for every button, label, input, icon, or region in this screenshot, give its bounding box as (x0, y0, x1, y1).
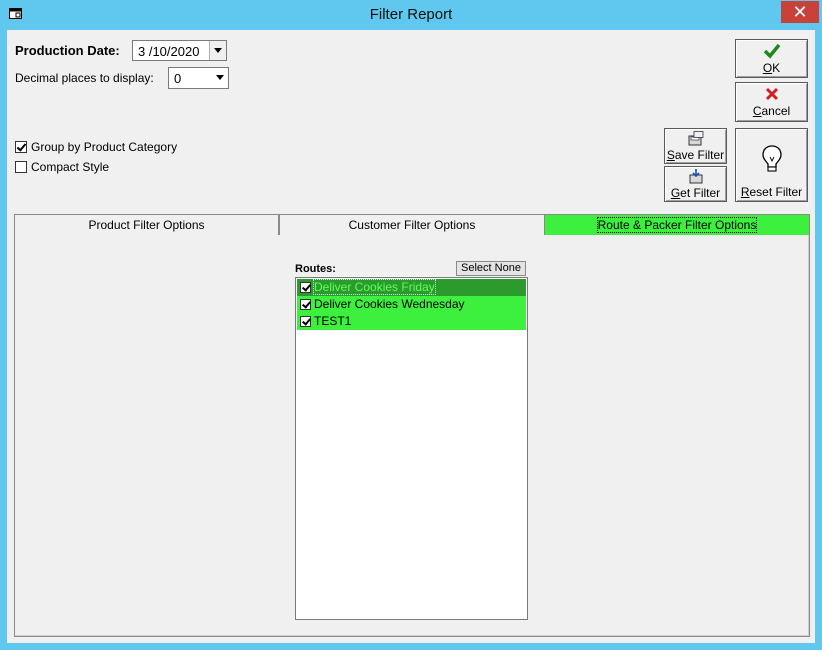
production-date-picker[interactable]: 3 /10/2020 (132, 40, 227, 61)
tab-customer-filter-options[interactable]: Customer Filter Options (279, 214, 545, 235)
select-none-button[interactable]: Select None (456, 261, 526, 276)
get-disk-icon (689, 169, 703, 184)
close-button[interactable]: ✕ (781, 1, 819, 23)
x-icon (765, 87, 779, 101)
tab-route-packer-filter-options[interactable]: Route & Packer Filter Options (544, 214, 810, 236)
production-date-value: 3 /10/2020 (138, 44, 200, 59)
reset-filter-label-rest: eset Filter (749, 185, 803, 199)
cancel-button[interactable]: Cancel (735, 82, 808, 122)
ok-label-underlined: O (762, 61, 773, 75)
production-date-label: Production Date: (15, 43, 120, 58)
compact-style-label[interactable]: Compact Style (31, 160, 109, 174)
dialog-body: Production Date: 3 /10/2020 Decimal plac… (7, 30, 815, 643)
ok-button[interactable]: OK (735, 39, 808, 78)
lightbulb-icon (762, 145, 782, 172)
save-filter-label-underlined: S (666, 148, 675, 162)
list-item[interactable]: Deliver Cookies Friday (297, 279, 526, 296)
filter-tabs: Product Filter Options Customer Filter O… (14, 214, 810, 236)
save-filter-label-rest: ave Filter (674, 148, 725, 162)
group-by-category-checkbox[interactable] (15, 141, 27, 153)
save-disk-icon (688, 131, 704, 146)
title-bar[interactable]: Filter Report ✕ (0, 0, 822, 30)
chevron-down-icon[interactable] (212, 68, 228, 88)
tab-label: Customer Filter Options (348, 218, 476, 232)
ok-label-rest: K (772, 61, 781, 75)
route-packer-panel: Routes: Select None Deliver Cookies Frid… (14, 235, 810, 637)
tab-label: Product Filter Options (88, 218, 205, 232)
list-item-checkbox[interactable] (300, 299, 311, 310)
select-none-label: Select None (461, 262, 521, 274)
tab-product-filter-options[interactable]: Product Filter Options (14, 214, 279, 235)
list-item-label: Deliver Cookies Friday (313, 279, 436, 295)
routes-label: Routes: (295, 263, 336, 275)
list-item[interactable]: TEST1 (297, 313, 526, 330)
tab-label: Route & Packer Filter Options (596, 217, 758, 233)
list-item-label: TEST1 (314, 314, 352, 328)
list-item-label: Deliver Cookies Wednesday (314, 297, 465, 311)
compact-style-checkbox[interactable] (15, 161, 27, 173)
reset-filter-button[interactable]: Reset Filter (735, 128, 808, 202)
group-by-category-label[interactable]: Group by Product Category (31, 140, 177, 154)
window-title: Filter Report (369, 6, 453, 23)
list-item-checkbox[interactable] (300, 316, 311, 327)
list-item-checkbox[interactable] (300, 282, 311, 293)
list-item[interactable]: Deliver Cookies Wednesday (297, 296, 526, 313)
get-filter-label-rest: et Filter (680, 186, 721, 200)
decimal-places-label: Decimal places to display: (15, 71, 154, 85)
get-filter-label-underlined: G (670, 186, 681, 200)
get-filter-button[interactable]: Get Filter (664, 166, 727, 202)
checkmark-icon (763, 43, 781, 59)
chevron-down-icon[interactable] (209, 41, 226, 60)
decimal-places-value: 0 (174, 71, 182, 86)
save-filter-button[interactable]: Save Filter (664, 128, 727, 164)
decimal-places-select[interactable]: 0 (168, 67, 229, 89)
filter-report-window: Filter Report ✕ Production Date: 3 /10/2… (0, 0, 822, 650)
close-icon: ✕ (792, 2, 808, 22)
cancel-label-rest: ancel (761, 104, 791, 118)
routes-list[interactable]: Deliver Cookies Friday Deliver Cookies W… (295, 277, 528, 620)
